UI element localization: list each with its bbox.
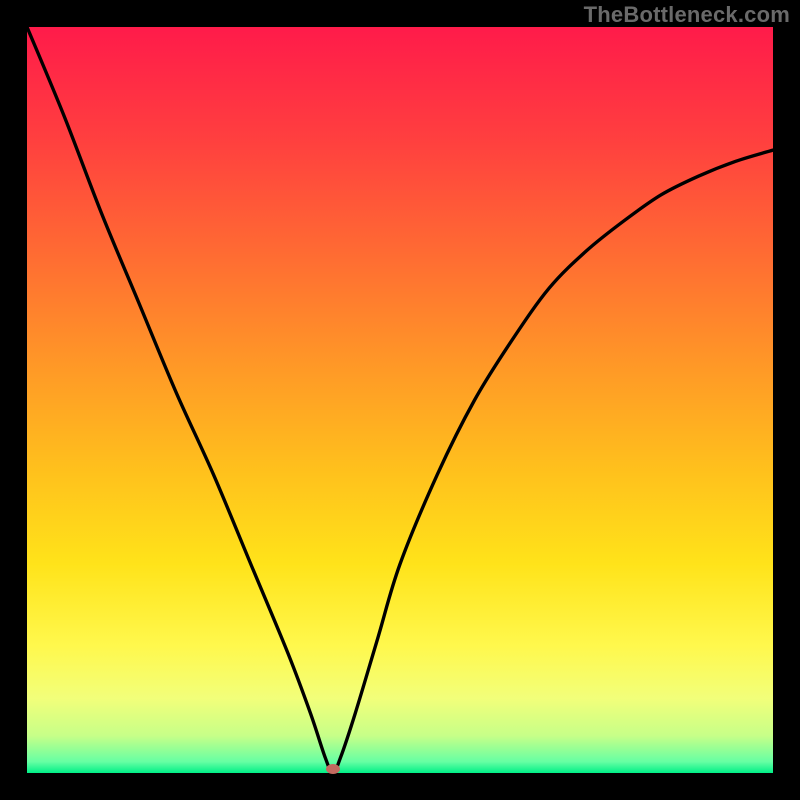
optimal-point-marker (326, 764, 340, 774)
plot-area (27, 27, 773, 773)
bottleneck-curve (27, 27, 773, 773)
chart-frame: TheBottleneck.com (0, 0, 800, 800)
watermark-text: TheBottleneck.com (584, 2, 790, 28)
